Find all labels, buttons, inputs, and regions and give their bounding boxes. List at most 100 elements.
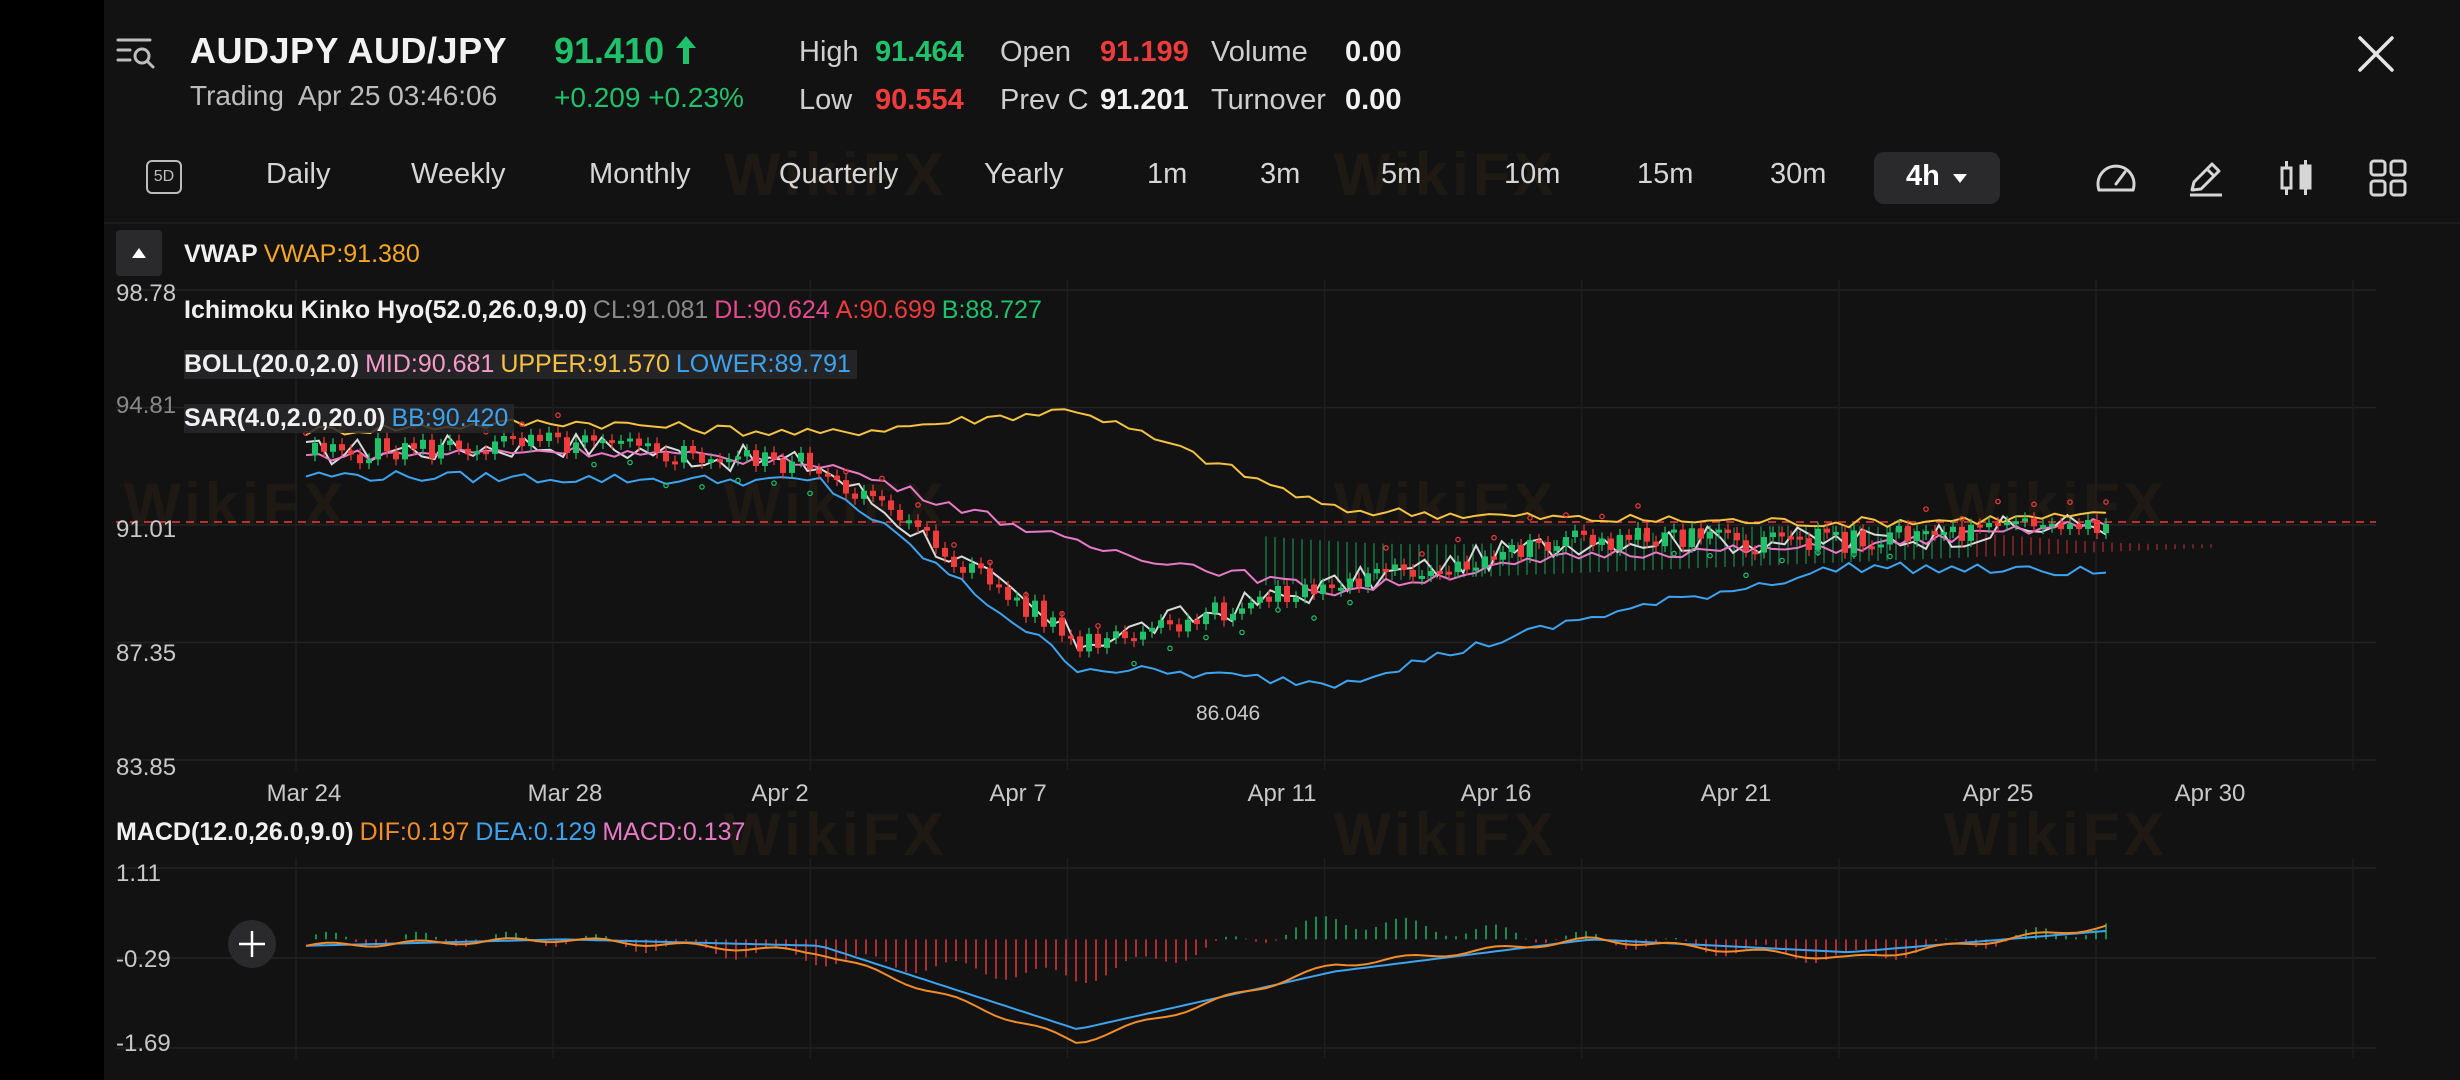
- candle: [618, 440, 624, 444]
- sar-dot: [1671, 550, 1677, 557]
- candle: [960, 566, 966, 573]
- candle: [2022, 518, 2028, 522]
- candle: [1014, 597, 1020, 601]
- candle: [843, 480, 849, 494]
- sar-dot: [555, 412, 561, 419]
- candle: [1113, 631, 1119, 639]
- crosshair-icon[interactable]: [226, 918, 278, 970]
- candle: [1653, 541, 1659, 547]
- sar-dot: [1167, 645, 1173, 652]
- candle: [2004, 522, 2010, 526]
- candle: [2076, 524, 2082, 530]
- boll-legend: BOLL(20.0,2.0) MID:90.681 UPPER:91.570 LOWE…: [184, 350, 857, 379]
- tf-15m[interactable]: 15m: [1637, 158, 1693, 191]
- candle: [465, 448, 471, 455]
- candle: [402, 443, 408, 460]
- tf-quarterly[interactable]: Quarterly: [779, 158, 898, 191]
- menu-search-icon[interactable]: [116, 36, 156, 70]
- candle: [1590, 534, 1596, 545]
- x-axis-label: Mar 24: [266, 780, 342, 807]
- five-day-button[interactable]: 5D: [146, 160, 182, 194]
- candle: [2067, 524, 2073, 530]
- y-axis-label: 87.35: [116, 640, 177, 667]
- macd-chart[interactable]: [116, 858, 2376, 1058]
- low-label: Low: [799, 84, 853, 116]
- tf-weekly[interactable]: Weekly: [411, 158, 506, 191]
- x-axis-label: Apr 30: [2174, 780, 2246, 807]
- candle: [636, 438, 642, 446]
- sar-dot: [1131, 660, 1137, 667]
- sar-name: SAR(4.0,2.0,20.0): [184, 404, 386, 432]
- x-axis-label: Apr 25: [1962, 780, 2034, 807]
- y-axis-label: 83.85: [116, 754, 177, 781]
- tf-1m[interactable]: 1m: [1147, 158, 1187, 191]
- tf-active-label: 4h: [1906, 160, 1940, 192]
- x-axis-label: Apr 2: [751, 780, 809, 807]
- tf-30m[interactable]: 30m: [1770, 158, 1826, 191]
- candle: [1806, 538, 1812, 550]
- candle: [1374, 569, 1380, 574]
- candle: [456, 440, 462, 449]
- candle: [735, 456, 741, 460]
- candle: [474, 451, 480, 455]
- boll-name: BOLL(20.0,2.0): [184, 350, 360, 378]
- candle: [555, 432, 561, 438]
- candle: [879, 496, 885, 501]
- vwap-name: VWAP: [184, 240, 258, 268]
- candle: [600, 440, 606, 444]
- close-icon[interactable]: [2356, 34, 2396, 74]
- candle: [906, 520, 912, 524]
- sar-dot: [1491, 534, 1497, 541]
- sar-dot: [591, 461, 597, 468]
- turnover-value: 0.00: [1345, 84, 1402, 116]
- candle: [1077, 636, 1083, 652]
- candle: [1986, 522, 1992, 528]
- candle: [1068, 635, 1074, 639]
- tf-monthly[interactable]: Monthly: [589, 158, 691, 191]
- candle: [1950, 526, 1956, 533]
- up-arrow-icon: [676, 36, 696, 64]
- candle: [1680, 529, 1686, 547]
- pencil-icon[interactable]: [2184, 158, 2228, 198]
- tf-5m[interactable]: 5m: [1381, 158, 1421, 191]
- candle: [609, 440, 615, 444]
- candle: [1851, 530, 1857, 553]
- candle: [699, 453, 705, 463]
- candle: [1221, 602, 1227, 621]
- tf-yearly[interactable]: Yearly: [984, 158, 1064, 191]
- candle: [1131, 638, 1137, 642]
- speedometer-icon[interactable]: [2094, 158, 2138, 198]
- grid-icon[interactable]: [2366, 158, 2410, 198]
- candle: [717, 459, 723, 463]
- tf-3m[interactable]: 3m: [1260, 158, 1300, 191]
- candle: [357, 454, 363, 464]
- candle: [1203, 613, 1209, 625]
- candle: [933, 530, 939, 548]
- candle: [312, 442, 318, 456]
- candle: [411, 443, 417, 449]
- left-black-bar: [0, 0, 104, 1080]
- candle: [996, 584, 1002, 588]
- candle-style-icon[interactable]: [2274, 158, 2318, 198]
- sar-dot: [2103, 499, 2109, 505]
- sar-dot: [1743, 572, 1749, 579]
- low-value: 90.554: [875, 84, 964, 116]
- macd-value: MACD:0.137: [602, 818, 746, 846]
- sar-dot: [1239, 629, 1245, 636]
- sar-dot: [771, 480, 777, 486]
- candle: [492, 441, 498, 454]
- chevron-up-icon: [132, 248, 146, 258]
- candle: [897, 509, 903, 521]
- candle: [1122, 631, 1128, 639]
- candle: [1833, 531, 1839, 535]
- candle: [1626, 534, 1632, 540]
- candle: [1284, 585, 1290, 602]
- candle: [1023, 597, 1029, 617]
- candle: [1248, 602, 1254, 609]
- candle: [1032, 600, 1038, 617]
- tf-daily[interactable]: Daily: [266, 158, 330, 191]
- collapse-indicators-button[interactable]: [116, 230, 162, 276]
- candle: [627, 438, 633, 442]
- sar-bb: BB:90.420: [391, 404, 509, 432]
- tf-10m[interactable]: 10m: [1504, 158, 1560, 191]
